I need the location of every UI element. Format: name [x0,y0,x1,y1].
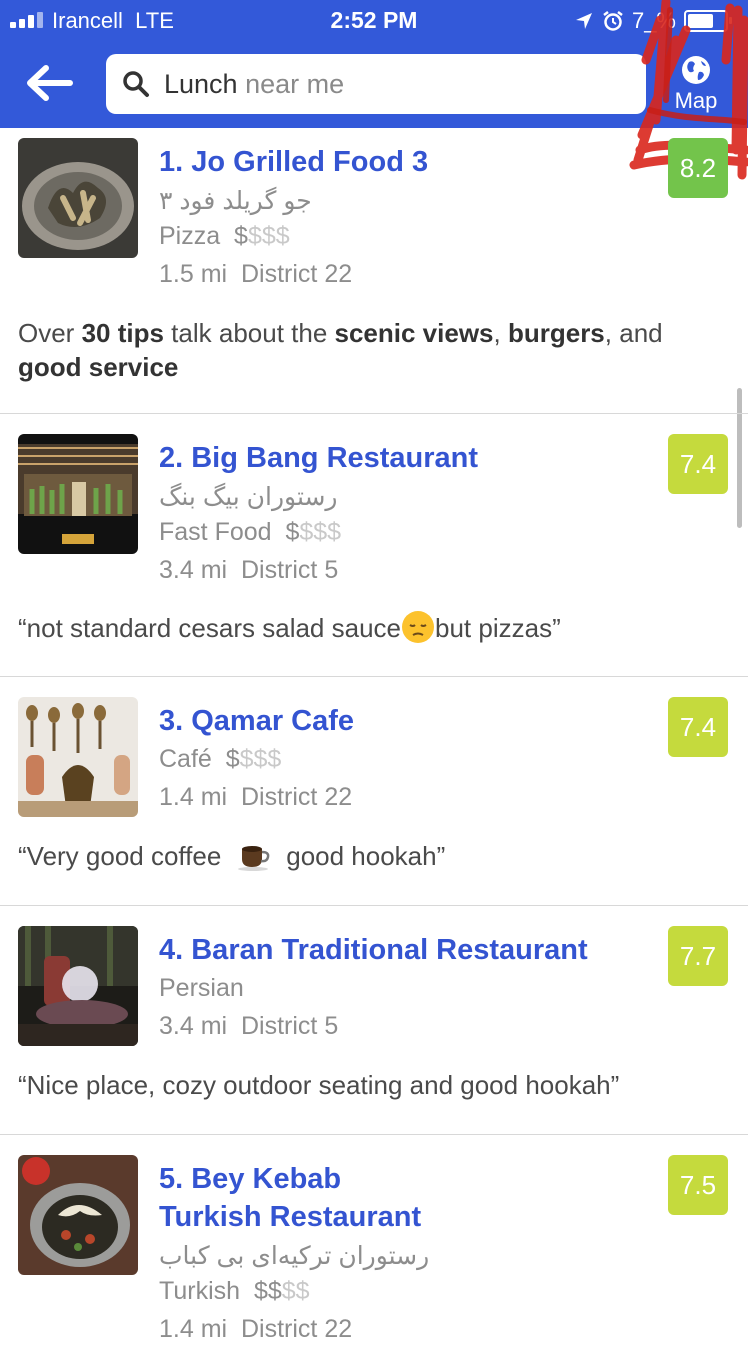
venue-distance: 3.4 mi District 5 [159,1012,339,1040]
venue-tip: “Nice place, cozy outdoor seating and go… [18,1070,620,1100]
battery-percent: 7_% [631,8,676,33]
globe-icon [682,56,710,84]
coffee-icon [237,846,270,871]
venue-tip: “not standard cesars salad sauce but pizz… [18,610,733,645]
back-arrow-icon[interactable] [24,62,74,104]
status-bar: Irancell LTE 2:52 PM 7_% [0,0,748,42]
venue-district: District 5 [241,1012,339,1040]
venue-distance: 1.4 mi District 22 [159,1315,353,1343]
price-tier-inactive: $$$ [239,745,282,773]
venue-photo [18,697,138,817]
venue-name[interactable]: 1. Jo Grilled Food 3 [159,143,659,181]
price-tier: $$ [253,1277,282,1305]
search-input[interactable]: Lunch near me [164,69,344,100]
price-tier: $ [285,518,300,546]
venue-native-name: جو گریلد فود ۳ [159,187,312,215]
venue-name[interactable]: 5. Bey Kebab Turkish Restaurant [159,1160,659,1236]
rating-badge: 7.4 [668,434,728,494]
list-item[interactable]: 5. Bey Kebab Turkish Restaurant رستوران ت… [0,1135,748,1355]
venue-photo [18,1155,138,1275]
venue-district: District 22 [241,260,353,288]
venue-native-name: رستوران ترکیه‌ای بی کباب [159,1242,430,1270]
battery-icon [684,10,732,32]
list-item[interactable]: 4. Baran Traditional Restaurant Persian … [0,906,748,1135]
venue-category-price: Fast Food $$$$ [159,518,342,546]
search-icon [123,71,149,97]
price-tier-inactive: $$$ [247,222,290,250]
venue-name[interactable]: 4. Baran Traditional Restaurant [159,931,659,969]
pensive-face-icon [402,611,434,643]
list-item[interactable]: 1. Jo Grilled Food 3 جو گریلد فود ۳ Pizz… [0,128,748,414]
price-tier: $ [225,745,240,773]
status-right: 7_% [574,8,732,34]
venue-photo [18,434,138,554]
map-label: Map [674,88,718,113]
venue-district: District 5 [241,556,339,584]
search-placeholder: near me [245,69,345,99]
venue-district: District 22 [241,783,353,811]
alarm-icon [603,11,623,31]
venue-distance: 1.4 mi District 22 [159,783,353,811]
venue-category-price: Café $$$$ [159,745,282,773]
venue-category: Persian [159,974,244,1002]
venue-list: 1. Jo Grilled Food 3 جو گریلد فود ۳ Pizz… [0,128,748,1355]
venue-category-price: Turkish $$$$ [159,1277,310,1305]
venue-native-name: رستوران بیگ بنگ [159,483,338,511]
location-arrow-icon [575,13,592,29]
rating-badge: 7.5 [668,1155,728,1215]
venue-tip: Over 30 tips talk about the scenic views… [18,318,663,382]
venue-distance: 1.5 mi District 22 [159,260,353,288]
price-tier: $ [234,222,248,250]
venue-name[interactable]: 3. Qamar Cafe [159,702,659,740]
venue-photo [18,926,138,1046]
venue-tip: “Very good coffee good hookah” [18,841,446,871]
price-tier-inactive: $$ [281,1277,310,1305]
list-item[interactable]: 3. Qamar Cafe Café $$$$ 1.4 mi District … [0,677,748,906]
venue-category-price: Pizza $$$$ [159,222,290,250]
venue-district: District 22 [241,1315,353,1343]
map-button[interactable]: Map [654,54,738,116]
search-bar[interactable]: Lunch near me [106,54,646,114]
rating-badge: 7.4 [668,697,728,757]
rating-badge: 7.7 [668,926,728,986]
app-header: Irancell LTE 2:52 PM 7_% Lunch near me M… [0,0,748,128]
venue-distance: 3.4 mi District 5 [159,556,339,584]
rating-badge: 8.2 [668,138,728,198]
price-tier-inactive: $$$ [299,518,342,546]
venue-name[interactable]: 2. Big Bang Restaurant [159,439,659,477]
list-item[interactable]: 2. Big Bang Restaurant رستوران بیگ بنگ F… [0,414,748,677]
venue-photo [18,138,138,258]
